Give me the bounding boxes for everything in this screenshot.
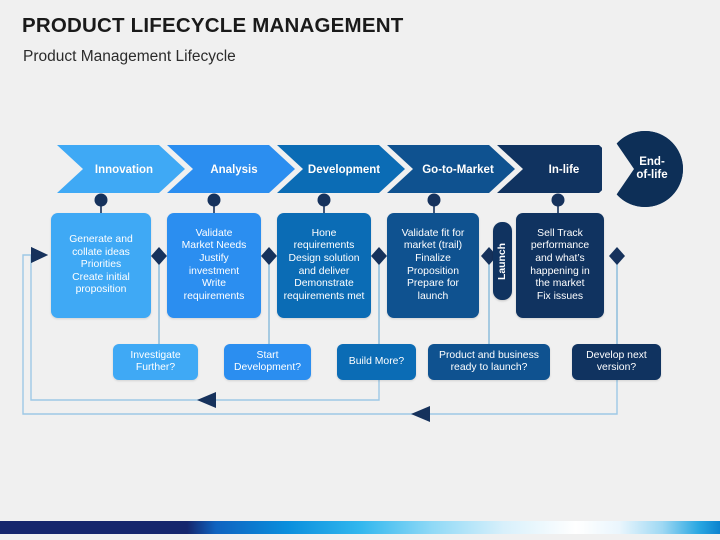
- dec-line: Build More?: [348, 355, 405, 367]
- desc-line: the market: [535, 278, 585, 290]
- desc-line: requirements met: [283, 290, 365, 302]
- desc-line: Proposition: [407, 265, 459, 277]
- decision-box-develop-next-version[interactable]: Develop next version?: [572, 344, 661, 380]
- description-box-go-to-market[interactable]: Validate fit for market (trail) Finalize…: [387, 213, 479, 318]
- dec-line: version?: [596, 362, 637, 373]
- desc-line: investment: [188, 265, 240, 277]
- desc-line: and deliver: [298, 265, 350, 277]
- footer-spacer: [0, 534, 720, 540]
- desc-line: market (trail): [403, 240, 463, 252]
- desc-line: Design solution: [288, 252, 360, 264]
- description-box-in-life[interactable]: Sell Track performance and what’s happen…: [516, 213, 604, 318]
- desc-line: Demonstrate: [294, 278, 354, 290]
- decision-box-build-more[interactable]: Build More?: [337, 344, 416, 380]
- description-box-analysis[interactable]: Validate Market Needs Justify investment…: [167, 213, 261, 318]
- dec-line: Start: [256, 349, 279, 361]
- desc-line: collate ideas: [72, 246, 130, 258]
- decision-box-investigate-further[interactable]: Investigate Further?: [113, 344, 198, 380]
- desc-line: proposition: [75, 284, 127, 296]
- desc-line: and what’s: [535, 252, 585, 264]
- desc-line: Validate fit for: [401, 227, 465, 239]
- desc-line: Justify: [199, 252, 229, 264]
- desc-line: performance: [530, 240, 590, 252]
- chevron-label-innovation: Innovation: [94, 164, 154, 176]
- eol-line-2: of-life: [636, 169, 668, 181]
- dec-line: Investigate: [130, 349, 181, 361]
- desc-line: Sell Track: [537, 227, 583, 239]
- desc-line: Market Needs: [181, 240, 247, 252]
- slide-canvas: PRODUCT LIFECYCLE MANAGEMENT Product Man…: [0, 0, 720, 540]
- desc-line: Finalize: [415, 252, 451, 264]
- description-box-innovation[interactable]: Generate and collate ideas Priorities Cr…: [51, 213, 151, 318]
- circle-label-end-of-life: End- of-life: [636, 156, 667, 182]
- dec-line: Product and business: [439, 349, 539, 361]
- connector-dots: [94, 193, 565, 215]
- desc-line: Priorities: [80, 259, 122, 271]
- launch-gate-label: Launch: [497, 242, 509, 280]
- description-box-development[interactable]: Hone requirements Design solution and de…: [277, 213, 371, 318]
- desc-line: Validate: [195, 227, 233, 239]
- desc-line: Write: [201, 278, 227, 290]
- desc-line: happening in: [530, 265, 590, 277]
- dec-line: Development?: [233, 362, 301, 373]
- dec-line: ready to launch?: [450, 362, 528, 373]
- chevron-label-analysis: Analysis: [210, 164, 258, 176]
- decision-box-start-development[interactable]: Start Development?: [224, 344, 311, 380]
- dec-line: Further?: [135, 362, 176, 373]
- dec-line: Develop next: [586, 349, 647, 361]
- desc-line: Generate and: [69, 234, 133, 246]
- chevron-label-development: Development: [307, 164, 381, 176]
- chevron-label-in-life: In-life: [548, 164, 580, 176]
- desc-line: Fix issues: [536, 290, 584, 302]
- desc-line: Prepare for: [407, 278, 459, 290]
- launch-gate[interactable]: Launch: [493, 222, 512, 300]
- decision-box-ready-to-launch[interactable]: Product and business ready to launch?: [428, 344, 550, 380]
- desc-line: Create initial: [72, 271, 130, 283]
- chevron-label-go-to-market: Go-to-Market: [422, 164, 494, 176]
- eol-line-1: End-: [639, 156, 665, 168]
- desc-line: Hone: [311, 227, 337, 239]
- desc-line: requirements: [293, 240, 355, 252]
- footer-gradient-bar: [0, 521, 720, 534]
- desc-line: launch: [417, 290, 449, 302]
- desc-line: requirements: [183, 290, 245, 302]
